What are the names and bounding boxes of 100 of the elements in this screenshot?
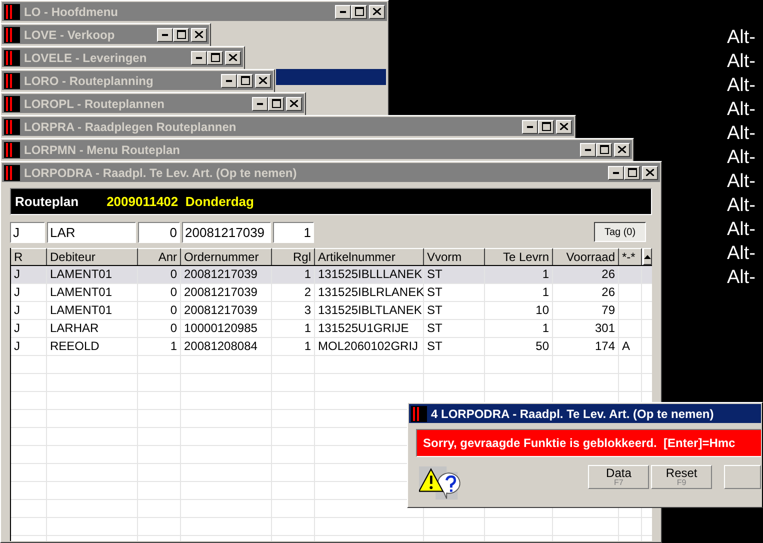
minimize-button[interactable] <box>191 50 207 64</box>
table-row[interactable]: J LAMENT01 0 20081217039 1 131525IBLLLANEK ST 1 26 <box>11 266 652 284</box>
app-icon <box>4 96 20 112</box>
column-header[interactable]: Artikelnummer <box>315 248 424 265</box>
filter-field[interactable]: J <box>10 222 45 242</box>
table-cell: 131525IBLTLANEK <box>315 302 424 319</box>
maximize-button[interactable] <box>173 28 189 42</box>
window-title: LORO - Routeplanning <box>24 72 154 90</box>
table-cell: 50 <box>485 338 553 355</box>
table-cell: 131525U1GRIJE <box>315 320 424 337</box>
maximize-button[interactable] <box>207 50 223 64</box>
table-cell: 1 <box>272 266 315 283</box>
column-header[interactable]: Rgl <box>272 248 315 265</box>
minimize-button[interactable] <box>608 166 624 180</box>
maximize-icon <box>210 53 220 62</box>
maximize-button[interactable] <box>538 120 554 134</box>
close-button[interactable] <box>255 74 271 88</box>
maximize-icon <box>354 7 364 16</box>
filter-field[interactable]: 1 <box>273 222 314 242</box>
shortcut-label: Alt- <box>727 242 756 266</box>
table-cell: REEOLD <box>47 338 138 355</box>
close-button[interactable] <box>642 166 658 180</box>
app-icon <box>4 142 20 158</box>
shortcut-label: Alt- <box>727 266 756 290</box>
column-header[interactable]: Debiteur <box>47 248 138 265</box>
table-row[interactable]: J REEOLD 1 20081208084 1 MOL2060102GRIJ ST 50 174 A <box>11 338 652 356</box>
table-cell: 1 <box>485 284 553 301</box>
table-cell: 79 <box>553 302 619 319</box>
table-cell: MOL2060102GRIJ <box>315 338 424 355</box>
app-icon <box>4 72 20 88</box>
close-icon <box>618 146 626 153</box>
dialog-button[interactable] <box>724 465 761 489</box>
column-header[interactable]: R <box>11 248 47 265</box>
column-header[interactable]: Te Levrn <box>485 248 553 265</box>
table-cell: LAMENT01 <box>47 302 138 319</box>
minimize-button[interactable] <box>221 74 237 88</box>
table-cell: 20081208084 <box>181 338 272 355</box>
table-row[interactable]: J LAMENT01 0 20081217039 3 131525IBLTLANEK ST 10 79 <box>11 302 652 320</box>
close-icon <box>195 31 203 38</box>
table-cell: J <box>11 266 47 283</box>
function-key-button[interactable]: Reset F9 <box>651 465 712 489</box>
table-cell: J <box>11 338 47 355</box>
column-header[interactable]: Anr <box>138 248 181 265</box>
table-row[interactable]: J LAMENT01 0 20081217039 2 131525IBLRLANEK ST 1 26 <box>11 284 652 302</box>
maximize-button[interactable] <box>596 142 612 156</box>
table-cell: ST <box>424 284 485 301</box>
column-header[interactable]: Vvorm <box>424 248 485 265</box>
minimize-button[interactable] <box>157 28 173 42</box>
table-cell: 0 <box>138 302 181 319</box>
maximize-button[interactable] <box>268 96 284 110</box>
filter-field[interactable]: 20081217039 <box>182 222 271 242</box>
table-cell: 0 <box>138 284 181 301</box>
close-button[interactable] <box>286 96 302 110</box>
close-icon <box>646 169 654 176</box>
app-icon <box>411 406 427 422</box>
table-cell: J <box>11 284 47 301</box>
window-title: LORPODRA - Raadpl. Te Lev. Art. (Op te nemen) <box>24 164 297 182</box>
close-button[interactable] <box>369 4 385 18</box>
table-cell: LAMENT01 <box>47 284 138 301</box>
close-button[interactable] <box>614 142 630 156</box>
table-cell: 26 <box>553 284 619 301</box>
window-title: LOVE - Verkoop <box>24 26 115 44</box>
column-header[interactable]: Voorraad <box>553 248 619 265</box>
maximize-button[interactable] <box>624 166 640 180</box>
table-cell: 20081217039 <box>181 284 272 301</box>
table-row[interactable]: J LARHAR 0 10000120985 1 131525U1GRIJE ST 1 301 <box>11 320 652 338</box>
table-cell: J <box>11 320 47 337</box>
minimize-button[interactable] <box>252 96 268 110</box>
table-cell: 1 <box>272 320 315 337</box>
tag-button[interactable]: Tag (0) <box>594 222 646 242</box>
table-cell: ST <box>424 302 485 319</box>
filter-field[interactable]: 0 <box>138 222 180 242</box>
table-cell: 10000120985 <box>181 320 272 337</box>
minimize-icon <box>340 10 346 12</box>
close-icon <box>560 123 568 130</box>
column-header[interactable]: *-* <box>619 248 642 265</box>
table-cell: 26 <box>553 266 619 283</box>
minimize-button[interactable] <box>580 142 596 156</box>
minimize-icon <box>613 172 619 174</box>
minimize-icon <box>162 34 168 36</box>
maximize-button[interactable] <box>351 4 367 18</box>
close-button[interactable] <box>191 28 207 42</box>
close-button[interactable] <box>556 120 572 134</box>
scroll-up-button[interactable] <box>643 248 652 265</box>
maximize-icon <box>600 145 608 154</box>
table-cell: ST <box>424 266 485 283</box>
minimize-button[interactable] <box>522 120 538 134</box>
close-icon <box>229 54 237 61</box>
close-button[interactable] <box>225 50 241 64</box>
minimize-button[interactable] <box>335 4 351 18</box>
function-key-button[interactable]: Data F7 <box>588 465 650 489</box>
table-cell: 20081217039 <box>181 266 272 283</box>
app-icon <box>4 118 20 134</box>
window-title: 4 LORPODRA - Raadpl. Te Lev. Art. (Op te nemen) <box>431 406 714 422</box>
column-header[interactable]: Ordernummer <box>181 248 272 265</box>
maximize-button[interactable] <box>237 74 253 88</box>
table-cell: ST <box>424 320 485 337</box>
app-icon <box>4 164 20 180</box>
filter-field[interactable]: LAR <box>47 222 136 242</box>
table-cell: 174 <box>553 338 619 355</box>
